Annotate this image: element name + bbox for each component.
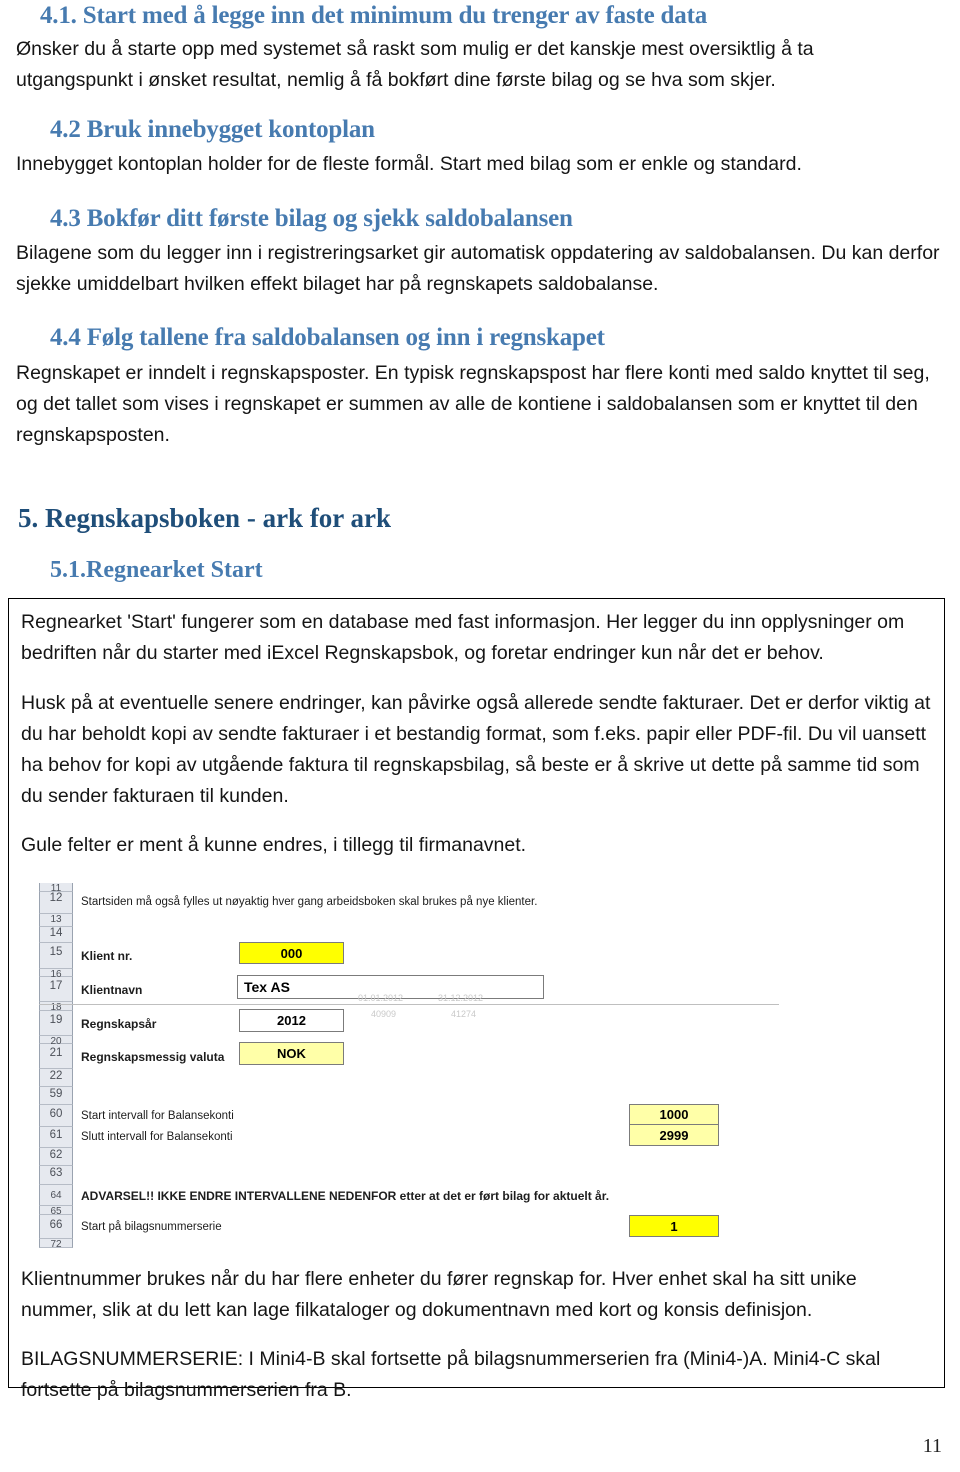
sheet-row-number: 17 [39,977,73,1002]
sheet-faint-serial-from: 40909 [371,1009,397,1019]
paragraph-4-4: Regnskapet er inndelt i regnskapsposter.… [16,362,930,446]
sheet-cell-slutt-intervall-label: Slutt intervall for Balansekonti [81,1131,233,1143]
heading-4-4: 4.4 Følg tallene fra saldobalansen og in… [50,324,605,351]
heading-4-2: 4.2 Bruk innebygget kontoplan [50,116,375,143]
sheet-cell-klient-nr-label: Klient nr. [81,949,133,963]
page-number: 11 [922,1435,942,1457]
sheet-row-number: 16 [39,969,73,980]
spreadsheet-screenshot: 11 12 13 14 15 16 17 18 19 20 21 22 59 6… [21,883,926,1248]
sheet-row-number: 21 [39,1044,73,1069]
sheet-row-number: 64 [39,1185,73,1206]
sheet-row-number: 61 [39,1127,73,1148]
sheet-faint-serial-to: 41274 [451,1009,477,1019]
boxed-paragraph-4: Klientnummer brukes når du har flere enh… [21,1268,857,1321]
sheet-value-valuta[interactable]: NOK [239,1042,344,1065]
sheet-cell-klientnavn-label: Klientnavn [81,983,143,997]
boxed-paragraph-5: BILAGSNUMMERSERIE: I Mini4-B skal fortse… [21,1348,881,1401]
heading-4-3: 4.3 Bokfør ditt første bilag og sjekk sa… [50,205,573,232]
sheet-row-number: 20 [39,1036,73,1047]
heading-5-1: 5.1.Regnearket Start [50,557,263,583]
sheet-row-number: 62 [39,1148,73,1166]
sheet-cell-start-intervall-label: Start intervall for Balansekonti [81,1110,234,1122]
sheet-value-regnskapsaar[interactable]: 2012 [239,1009,344,1032]
sheet-row-number: 15 [39,943,73,969]
sheet-cell-valuta-label: Regnskapsmessig valuta [81,1050,225,1064]
sheet-value-start-intervall[interactable]: 1000 [629,1104,719,1125]
sheet-divider-line [39,1004,779,1005]
sheet-row-number: 22 [39,1069,73,1087]
heading-5: 5. Regnskapsboken - ark for ark [18,503,392,533]
content-box-inner: Regnearket 'Start' fungerer som en datab… [9,599,944,1406]
boxed-paragraph-2: Husk på at eventuelle senere endringer, … [21,692,931,807]
sheet-cell-intro: Startsiden må også fylles ut nøyaktig hv… [81,896,538,908]
sheet-row-number: 11 [39,883,73,894]
boxed-paragraph-1: Regnearket 'Start' fungerer som en datab… [21,611,905,664]
sheet-faint-date-to: 31.12.2012 [438,993,484,1003]
sheet-cell-regnskapsaar-label: Regnskapsår [81,1017,157,1031]
sheet-row-number: 60 [39,1105,73,1127]
sheet-row-number: 72 [39,1239,73,1248]
sheet-faint-date-from: 01.01.2012 [358,993,404,1003]
boxed-paragraph-3: Gule felter er ment å kunne endres, i ti… [21,834,527,856]
sheet-row-number: 63 [39,1166,73,1185]
sheet-row-number: 66 [39,1215,73,1239]
sheet-value-start-bilagsserie[interactable]: 1 [629,1215,719,1237]
sheet-row-number: 13 [39,914,73,927]
sheet-row-number: 59 [39,1087,73,1105]
sheet-row-number: 19 [39,1011,73,1036]
sheet-value-klient-nr[interactable]: 000 [239,942,344,964]
heading-4-1: 4.1. Start med å legge inn det minimum d… [40,2,707,29]
sheet-cell-start-bilagsserie-label: Start på bilagsnummerserie [81,1221,222,1233]
sheet-value-slutt-intervall[interactable]: 2999 [629,1125,719,1146]
paragraph-4-3: Bilagene som du legger inn i registrerin… [16,242,940,295]
document-page: 4.1. Start med å legge inn det minimum d… [0,0,960,1472]
sheet-row-number: 65 [39,1206,73,1217]
sheet-cell-advarsel: ADVARSEL!! IKKE ENDRE INTERVALLENE NEDEN… [81,1189,610,1203]
content-box: Regnearket 'Start' fungerer som en datab… [8,598,945,1401]
paragraph-4-2: Innebygget kontoplan holder for de flest… [16,153,802,175]
sheet-row-number: 14 [39,927,73,943]
sheet-row-number: 12 [39,892,73,914]
paragraph-4-1: Ønsker du å starte opp med systemet så r… [16,38,814,91]
